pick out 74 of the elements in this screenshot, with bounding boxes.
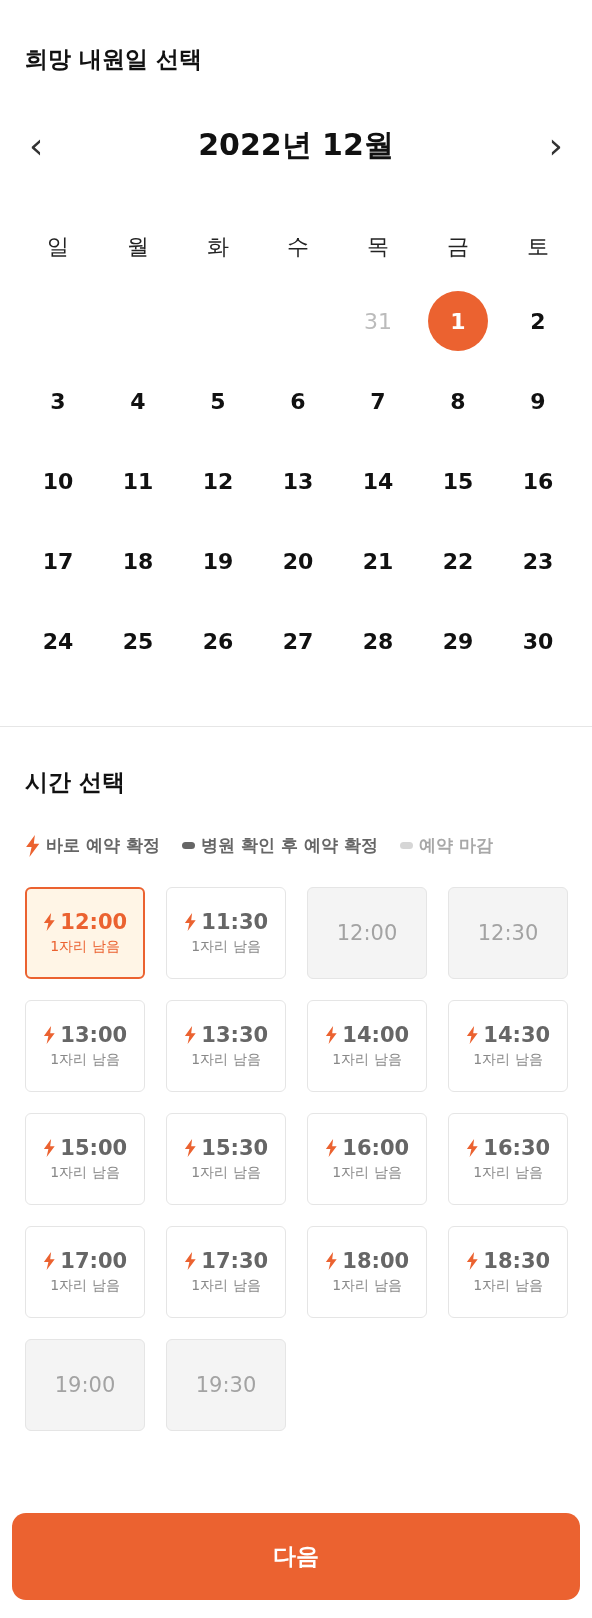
previous-month-button[interactable]: ‹ — [25, 127, 48, 164]
weekday-label: 월 — [126, 233, 150, 261]
calendar-day[interactable]: 27 — [268, 611, 328, 671]
month-title: 2022년 12월 — [198, 126, 394, 164]
lightning-icon — [324, 1252, 338, 1270]
time-slot[interactable]: 16:00 1자리 남음 — [307, 1113, 427, 1205]
lightning-icon — [183, 1252, 197, 1270]
calendar-day[interactable]: 21 — [348, 531, 408, 591]
time-slot[interactable]: 17:00 1자리 남음 — [25, 1226, 145, 1318]
lightning-icon — [465, 1139, 479, 1157]
legend-label: 병원 확인 후 예약 확정 — [201, 834, 378, 857]
calendar-day[interactable]: 19 — [188, 531, 248, 591]
lightning-icon — [183, 1026, 197, 1044]
calendar-day[interactable]: 2 — [508, 291, 568, 351]
lightning-icon — [42, 1026, 56, 1044]
time-slot[interactable]: 18:30 1자리 남음 — [448, 1226, 568, 1318]
calendar-day[interactable]: 24 — [28, 611, 88, 671]
calendar-day[interactable]: 11 — [108, 451, 168, 511]
calendar-day[interactable]: 4 — [108, 371, 168, 431]
pill-icon — [182, 842, 196, 849]
lightning-icon — [183, 913, 197, 931]
calendar-day[interactable]: 30 — [508, 611, 568, 671]
lightning-icon — [25, 834, 41, 857]
lightning-icon — [42, 1139, 56, 1157]
weekday-label: 일 — [46, 233, 70, 261]
lightning-icon — [42, 1252, 56, 1270]
legend-label: 예약 마감 — [418, 834, 493, 857]
time-slot[interactable]: 18:00 1자리 남음 — [307, 1226, 427, 1318]
section-title: 희망 내원일 선택 — [25, 45, 203, 74]
calendar-day[interactable]: 9 — [508, 371, 568, 431]
time-slot[interactable]: 13:00 1자리 남음 — [25, 1000, 145, 1092]
weekday-label: 목 — [366, 233, 390, 261]
lightning-icon — [465, 1026, 479, 1044]
calendar-day[interactable]: 25 — [108, 611, 168, 671]
legend-label: 바로 예약 확정 — [46, 834, 161, 857]
calendar-day[interactable]: 20 — [268, 531, 328, 591]
time-slot[interactable]: 14:00 1자리 남음 — [307, 1000, 427, 1092]
calendar-day[interactable]: 12 — [188, 451, 248, 511]
calendar-day[interactable]: 5 — [188, 371, 248, 431]
time-slot[interactable]: 16:30 1자리 남음 — [448, 1113, 568, 1205]
calendar-day[interactable]: 6 — [268, 371, 328, 431]
calendar-day[interactable]: 23 — [508, 531, 568, 591]
calendar-day[interactable]: 16 — [508, 451, 568, 511]
time-slot[interactable]: 13:30 1자리 남음 — [166, 1000, 286, 1092]
calendar-day[interactable]: 29 — [428, 611, 488, 671]
pill-icon — [399, 842, 413, 849]
time-slot[interactable]: 14:30 1자리 남음 — [448, 1000, 568, 1092]
next-month-button[interactable]: › — [544, 127, 567, 164]
calendar-day[interactable]: 17 — [28, 531, 88, 591]
lightning-icon — [465, 1252, 479, 1270]
section-title: 시간 선택 — [25, 768, 126, 797]
lightning-icon — [324, 1026, 338, 1044]
time-slot[interactable]: 17:30 1자리 남음 — [166, 1226, 286, 1318]
lightning-icon — [324, 1139, 338, 1157]
calendar-day[interactable]: 10 — [28, 451, 88, 511]
weekday-label: 수 — [286, 233, 310, 261]
calendar-day[interactable]: 18 — [108, 531, 168, 591]
time-slot[interactable]: 15:30 1자리 남음 — [166, 1113, 286, 1205]
calendar-day[interactable]: 7 — [348, 371, 408, 431]
calendar-day[interactable]: 3 — [28, 371, 88, 431]
lightning-icon — [42, 913, 56, 931]
calendar-day[interactable]: 26 — [188, 611, 248, 671]
calendar-day[interactable]: 15 — [428, 451, 488, 511]
weekday-label: 토 — [526, 233, 550, 261]
calendar-day[interactable]: 8 — [428, 371, 488, 431]
calendar-day[interactable]: 14 — [348, 451, 408, 511]
lightning-icon — [183, 1139, 197, 1157]
weekday-label: 화 — [206, 233, 230, 261]
calendar-day[interactable]: 28 — [348, 611, 408, 671]
calendar-day[interactable]: 13 — [268, 451, 328, 511]
time-slot[interactable]: 15:00 1자리 남음 — [25, 1113, 145, 1205]
calendar-day[interactable]: 22 — [428, 531, 488, 591]
weekday-label: 금 — [446, 233, 470, 261]
time-slot[interactable]: 11:30 1자리 남음 — [166, 887, 286, 979]
